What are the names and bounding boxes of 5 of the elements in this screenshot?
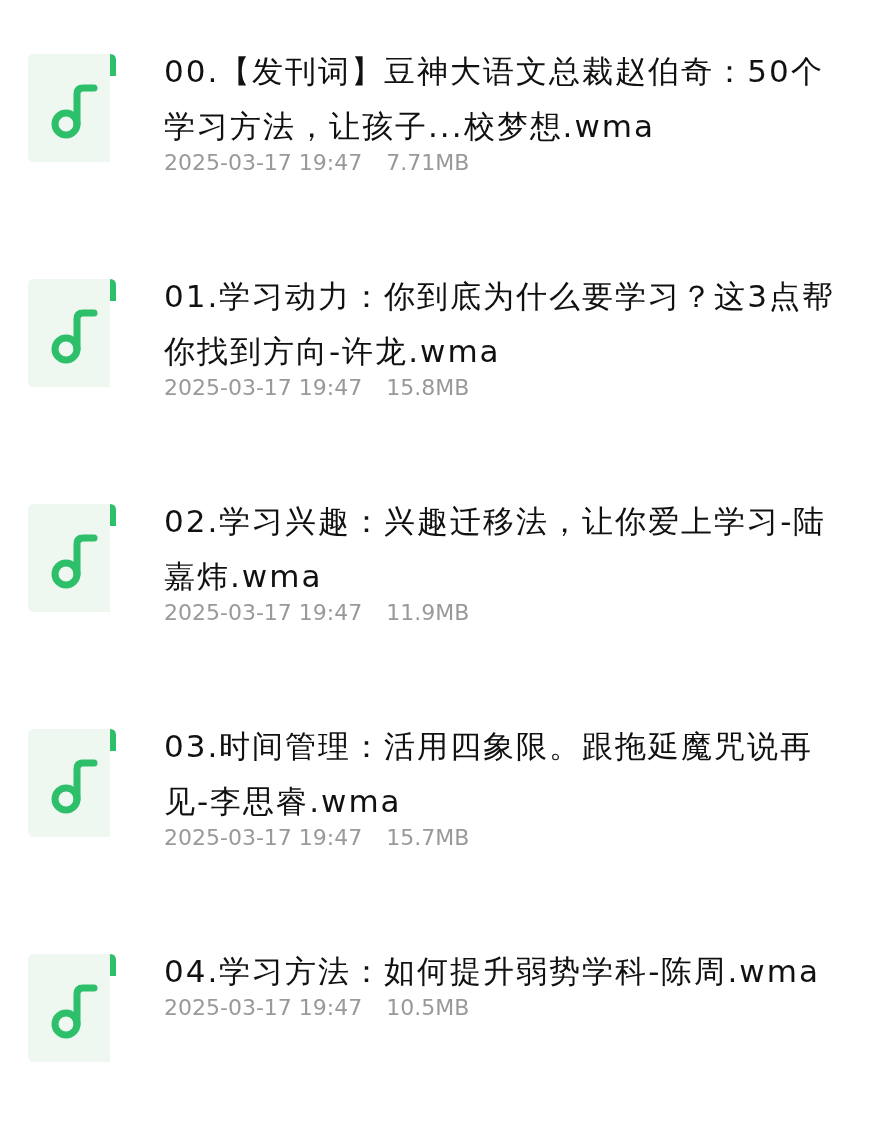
music-file-icon [28,54,118,162]
music-file-icon [28,729,118,837]
music-file-icon [28,504,118,612]
music-file-icon [28,954,118,1062]
music-file-icon [28,279,118,387]
